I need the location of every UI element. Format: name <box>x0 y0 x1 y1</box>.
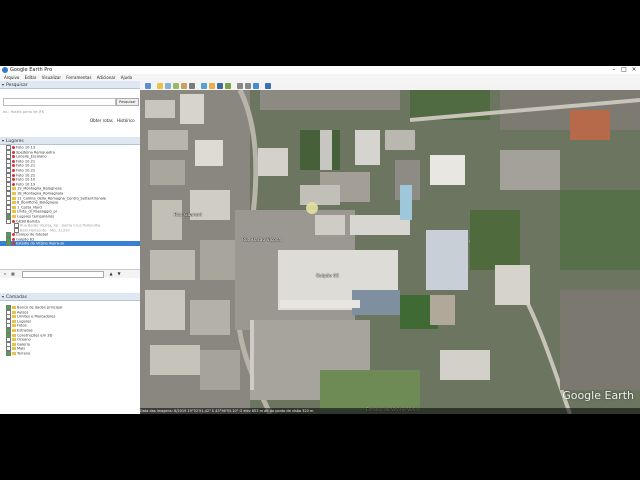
folder-icon <box>12 315 16 319</box>
places-toolbar: ⌕ ▦ ▲ ▼ <box>0 269 140 278</box>
folder-icon <box>12 319 16 323</box>
placemark-icon <box>12 146 15 149</box>
layers-item-label: Terreno <box>17 351 31 356</box>
map-label-galpao[interactable]: Galpão 62 <box>316 274 339 279</box>
up-arrow-icon[interactable]: ▲ <box>108 271 114 276</box>
google-maps-icon[interactable] <box>265 82 271 89</box>
status-bar: Data das imagens: 6/2019 19°52'51.42" S … <box>140 408 640 414</box>
search-input[interactable] <box>3 98 116 106</box>
folder-icon <box>12 347 16 351</box>
layers-tree: Banco de dados principal Avisos Limites e … <box>0 305 140 365</box>
menu-ajuda[interactable]: Ajuda <box>121 74 132 81</box>
folder-icon <box>12 351 16 355</box>
filter-icon[interactable]: ▦ <box>10 271 16 276</box>
folder-icon <box>12 187 16 191</box>
folder-icon <box>12 328 16 332</box>
map-label-rua-barao[interactable]: Rua Barão Viçosa <box>242 238 281 243</box>
placemark-icon[interactable] <box>157 82 163 89</box>
folder-icon <box>12 196 16 200</box>
placemark-icon <box>12 178 15 182</box>
menu-adicionar[interactable]: Adicionar <box>97 74 116 81</box>
cursor-highlight <box>306 202 318 214</box>
search-icon[interactable]: ⌕ <box>2 271 8 276</box>
polygon-icon[interactable] <box>165 82 171 89</box>
layers-item[interactable]: Terreno <box>0 350 140 356</box>
places-tree: Foto 10.13 Spejtelna Remquadra Lonelle_Esc… <box>0 145 140 269</box>
folder-icon <box>12 310 16 314</box>
placemark-icon <box>12 173 15 177</box>
places-item-label: Estádio do Vitório Vieira-sk <box>16 241 65 246</box>
folder-icon <box>12 201 16 205</box>
planets-icon[interactable] <box>217 82 223 89</box>
sidebar-toggle-icon[interactable] <box>145 82 151 89</box>
email-icon[interactable] <box>237 82 243 89</box>
map-label-rua-guarani[interactable]: Rua Guarani <box>174 213 202 218</box>
menu-visualizar[interactable]: Visualizar <box>42 74 61 81</box>
placemark-icon <box>12 237 15 241</box>
overlay-icon[interactable] <box>181 82 187 89</box>
places-filter-input[interactable] <box>22 271 104 278</box>
sun-icon[interactable] <box>209 82 215 89</box>
ruler-icon[interactable] <box>225 82 231 89</box>
folder-icon <box>12 324 16 328</box>
get-directions-link[interactable]: Obter rotas <box>90 118 113 123</box>
google-earth-icon <box>2 67 8 73</box>
placemark-icon <box>12 168 15 172</box>
search-panel-header[interactable]: ▾ Pesquisar <box>0 81 140 89</box>
checkbox[interactable] <box>6 350 11 356</box>
placemark-icon <box>12 219 15 223</box>
menu-arquivo[interactable]: Arquivo <box>4 74 19 81</box>
search-button[interactable]: Pesquisar <box>116 98 139 106</box>
folder-icon <box>12 210 16 214</box>
google-earth-watermark: Google Earth <box>562 389 634 402</box>
checkbox[interactable] <box>6 241 11 247</box>
layers-panel-header[interactable]: ▾ Camadas <box>0 293 140 301</box>
print-icon[interactable] <box>245 82 251 89</box>
title-bar: Google Earth Pro – □ × <box>0 66 640 74</box>
history-imagery-icon[interactable] <box>201 82 207 89</box>
folder-icon <box>12 338 16 342</box>
folder-icon <box>12 205 16 209</box>
places-panel-header[interactable]: ▾ Lugares <box>0 137 140 145</box>
satellite-imagery[interactable] <box>140 90 640 414</box>
down-arrow-icon[interactable]: ▼ <box>116 271 122 276</box>
folder-icon <box>12 306 16 309</box>
places-item[interactable]: Estádio do Vitório Vieira-sk <box>0 241 140 247</box>
placemark-icon <box>12 150 15 154</box>
search-links: Obter rotas Histórico <box>90 118 138 123</box>
placemark-icon <box>12 182 15 186</box>
window-title: Google Earth Pro <box>10 67 53 73</box>
folder-icon <box>12 214 16 218</box>
google-earth-window: Google Earth Pro – □ × Arquivo Editar Vi… <box>0 66 640 414</box>
menu-editar[interactable]: Editar <box>25 74 37 81</box>
tour-icon[interactable] <box>189 82 195 89</box>
save-image-icon[interactable] <box>253 82 259 89</box>
placemark-icon <box>12 159 15 163</box>
menu-bar: Arquivo Editar Visualizar Ferramentas Ad… <box>0 74 640 81</box>
placemark-icon <box>12 155 15 159</box>
folder-icon <box>12 333 16 337</box>
placemark-icon <box>12 233 15 237</box>
maximize-button[interactable]: □ <box>619 66 629 74</box>
map-view[interactable]: Rua Barão Viçosa Rua Guarani Galpão 62 E… <box>140 90 640 414</box>
sidebar: ▾ Pesquisar Pesquisar ex.: Hotéis perto d… <box>0 81 141 414</box>
folder-icon <box>12 191 16 195</box>
minimize-button[interactable]: – <box>609 66 619 74</box>
path-icon[interactable] <box>173 82 179 89</box>
placemark-icon <box>12 164 15 168</box>
history-link[interactable]: Histórico <box>117 118 135 123</box>
placemark-icon <box>12 242 15 246</box>
close-button[interactable]: × <box>629 66 639 74</box>
menu-ferramentas[interactable]: Ferramentas <box>66 74 91 81</box>
folder-icon <box>12 342 16 346</box>
